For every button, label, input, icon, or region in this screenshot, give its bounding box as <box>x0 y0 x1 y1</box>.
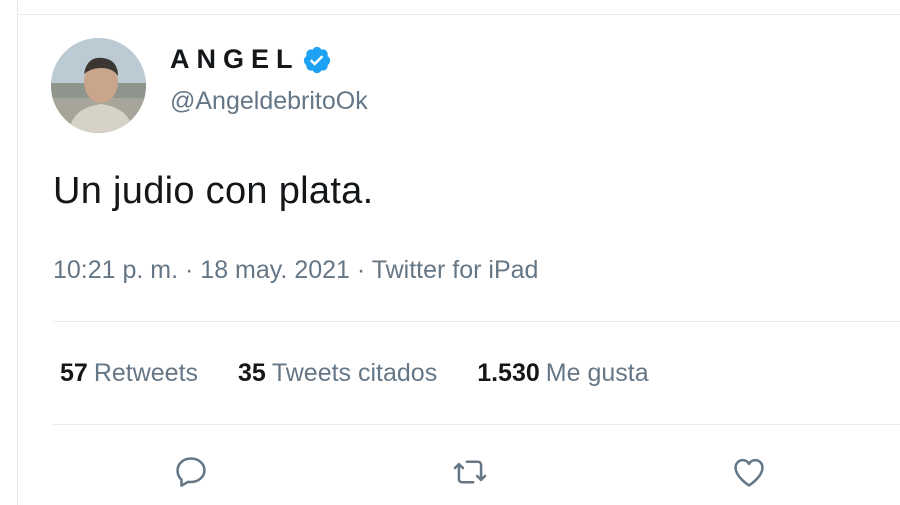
quotes-count: 35 <box>238 359 266 387</box>
top-divider <box>18 14 900 15</box>
like-icon <box>734 458 764 487</box>
avatar[interactable] <box>51 38 146 133</box>
likes-label: Me gusta <box>545 359 649 387</box>
quotes-label: Tweets citados <box>271 359 438 387</box>
verified-badge-icon <box>303 46 330 73</box>
tweet-actions <box>18 450 900 494</box>
tweet-meta: 10:21 p. m. · 18 may. 2021 · Twitter for… <box>53 256 538 285</box>
tweet-text: Un judio con plata. <box>53 170 374 212</box>
meta-separator-1: · <box>178 256 201 284</box>
meta-separator-2: · <box>349 256 372 284</box>
tweet-date[interactable]: 18 may. 2021 <box>200 256 350 284</box>
avatar-photo <box>51 38 146 133</box>
reply-icon <box>176 457 206 487</box>
retweet-icon <box>453 460 487 484</box>
author-display-name[interactable]: ANGEL <box>170 44 300 75</box>
reply-button[interactable] <box>169 450 213 494</box>
divider <box>53 321 900 322</box>
tweet-source[interactable]: Twitter for iPad <box>372 256 539 284</box>
likes-count: 1.530 <box>477 359 540 387</box>
quotes-stat[interactable]: 35 Tweets citados <box>238 359 437 388</box>
retweets-stat[interactable]: 57 Retweets <box>60 359 198 388</box>
retweet-button[interactable] <box>448 450 492 494</box>
divider <box>53 424 900 425</box>
author-handle[interactable]: @AngeldebritoOk <box>170 87 368 116</box>
retweets-label: Retweets <box>93 359 199 387</box>
tweet-time[interactable]: 10:21 p. m. <box>53 256 178 284</box>
likes-stat[interactable]: 1.530 Me gusta <box>477 359 648 388</box>
like-button[interactable] <box>727 450 771 494</box>
tweet-card: ANGEL @AngeldebritoOk Un judio con plata… <box>17 0 900 505</box>
retweets-count: 57 <box>60 359 88 387</box>
author-name-row[interactable]: ANGEL <box>170 44 332 75</box>
tweet-stats: 57 Retweets 35 Tweets citados 1.530 Me gust… <box>60 359 689 388</box>
